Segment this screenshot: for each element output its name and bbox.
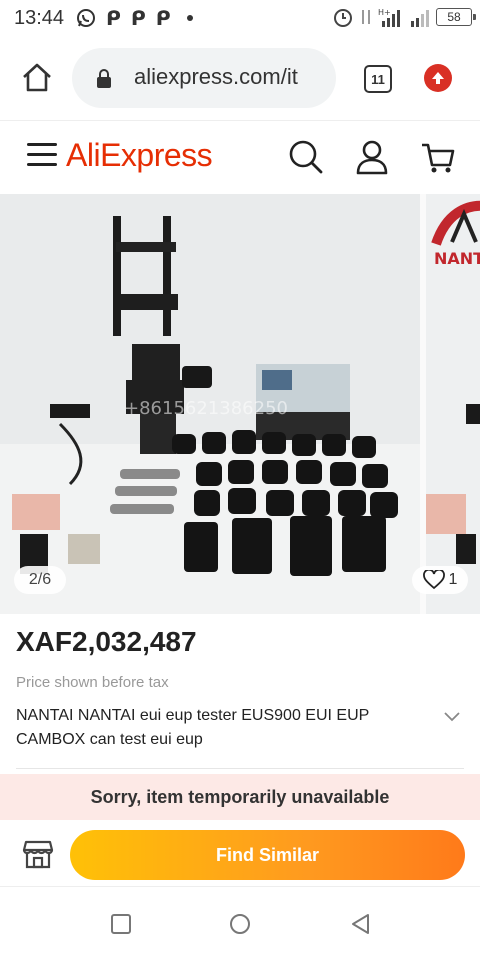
more-notifications-dot (186, 15, 193, 21)
system-icons: H+ 58 (332, 6, 476, 28)
product-price: XAF2,032,487 (16, 626, 197, 657)
tax-note: Price shown before tax (16, 674, 169, 691)
arrow-up-icon (432, 72, 444, 84)
home-nav-icon[interactable] (229, 913, 251, 935)
find-similar-button[interactable]: Find Similar (70, 830, 465, 880)
product-image[interactable]: +8615621386250 2/6 (0, 194, 420, 614)
tab-count: 11 (371, 71, 385, 87)
next-product-image[interactable]: NANTAI (426, 194, 480, 614)
watermark-text: +8615621386250 (124, 398, 288, 419)
wishlist-button[interactable]: 1 (412, 566, 468, 594)
url-text: aliexpress.com/it (134, 64, 298, 89)
signal-icon-2 (411, 10, 429, 27)
lock-icon (97, 69, 111, 88)
p-icon: ᑭ (130, 6, 146, 30)
status-bar: 13:44 ᑭ ᑭ ᑭ H+ 58 (0, 0, 480, 36)
next-image-logo-text: NANTAI (434, 249, 480, 268)
wishlist-count: 1 (448, 571, 458, 588)
system-nav-bar (0, 886, 480, 960)
account-icon[interactable] (354, 139, 390, 175)
signal-icon-1: H+ (378, 8, 400, 27)
update-button[interactable] (424, 64, 452, 92)
chevron-down-icon[interactable] (442, 706, 462, 726)
p-icon: ᑭ (106, 6, 121, 30)
address-bar[interactable]: aliexpress.com/it (72, 48, 336, 108)
product-title[interactable]: NANTAI NANTAI eui eup tester EUS900 EUI … (16, 704, 432, 752)
tab-switcher-button[interactable]: 11 (364, 65, 392, 93)
recents-icon[interactable] (110, 913, 132, 935)
search-icon[interactable] (288, 139, 324, 175)
product-photo: +8615621386250 (0, 194, 420, 614)
product-gallery[interactable]: +8615621386250 2/6 NANTAI 1 (0, 194, 480, 614)
unavailable-notice: Sorry, item temporarily unavailable (0, 774, 480, 820)
svg-text:H+: H+ (378, 8, 391, 17)
store-icon[interactable] (22, 838, 54, 870)
aliexpress-logo[interactable]: AliExpress (66, 137, 213, 174)
divider (16, 768, 464, 769)
whatsapp-icon (77, 9, 95, 27)
back-icon[interactable] (350, 913, 372, 935)
menu-icon[interactable] (27, 143, 57, 167)
next-photo: NANTAI (426, 194, 480, 614)
heart-icon (422, 570, 445, 590)
p-icon: ᑭ (155, 6, 171, 30)
battery-level: 58 (447, 10, 461, 24)
app-header: AliExpress (0, 120, 480, 194)
action-bar: Find Similar (0, 820, 480, 886)
battery-icon: 58 (436, 8, 476, 26)
notification-icons: ᑭ ᑭ ᑭ (76, 6, 193, 30)
status-time: 13:44 (14, 7, 65, 29)
home-icon[interactable] (20, 60, 54, 94)
browser-toolbar: aliexpress.com/it 11 (0, 36, 480, 120)
cart-icon[interactable] (420, 139, 456, 175)
alarm-icon (334, 9, 352, 27)
data-transfer-icon (362, 10, 370, 24)
image-counter: 2/6 (14, 566, 66, 594)
